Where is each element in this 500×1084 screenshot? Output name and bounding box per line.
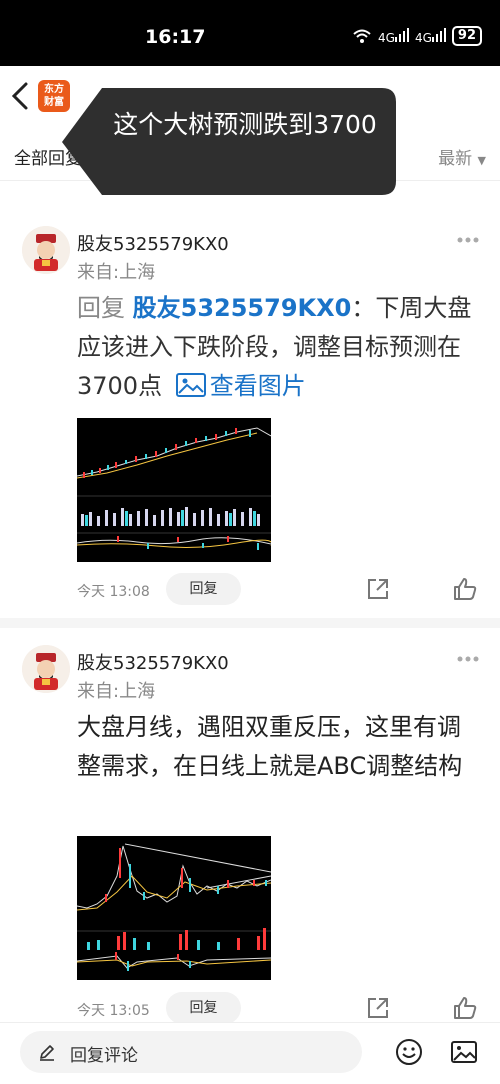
avatar[interactable] (22, 226, 70, 274)
pencil-icon (40, 1045, 54, 1061)
comment-text: 回复 股友5325579KX0：下周大盘应该进入下跌阶段，调整目标预测在3700… (77, 289, 477, 406)
share-icon[interactable] (366, 996, 390, 1020)
reply-button[interactable]: 回复 (166, 992, 241, 1024)
chart-thumbnail[interactable] (76, 836, 272, 980)
comment-time: 今天 13:05 (77, 1003, 150, 1019)
thumbs-up-icon[interactable] (452, 995, 478, 1021)
god-of-wealth-icon (22, 226, 70, 274)
chart-thumbnail[interactable] (76, 418, 273, 562)
dropdown-arrow-icon: ▼ (477, 154, 486, 167)
sort-latest-dropdown[interactable]: 最新 ▼ (438, 144, 486, 169)
tooltip-text: 这个大树预测跌到3700 (113, 110, 377, 139)
comment-time: 今天 13:08 (77, 584, 150, 600)
comment-item: 股友5325579KX0 来自:上海 大盘月线，遇阻双重反压，这里有调整需求，在… (0, 628, 500, 1024)
section-divider (0, 618, 500, 628)
wifi-icon (353, 29, 371, 43)
image-icon (175, 373, 206, 397)
location-label: 来自:上海 (77, 262, 156, 283)
comment-item: 股友5325579KX0 来自:上海 回复 股友5325579KX0：下周大盘应… (0, 180, 500, 620)
signal-1-icon: 4G (378, 27, 409, 45)
username[interactable]: 股友5325579KX0 (77, 649, 229, 675)
bottom-bar: 回复评论 (0, 1022, 500, 1084)
signal-2-icon: 4G (415, 27, 446, 45)
status-bar: 16:17 4G 4G 92 (0, 0, 500, 66)
battery-icon: 92 (451, 26, 482, 46)
reply-input-placeholder: 回复评论 (70, 1046, 138, 1066)
share-icon[interactable] (366, 577, 390, 601)
location-label: 来自:上海 (77, 681, 156, 702)
comment-text: 大盘月线，遇阻双重反压，这里有调整需求，在日线上就是ABC调整结构 (77, 713, 463, 780)
status-time: 16:17 (145, 26, 206, 48)
tooltip-popup: 这个大树预测跌到3700 (60, 88, 396, 195)
reply-button[interactable]: 回复 (166, 573, 241, 605)
reply-prefix: 回复 (77, 294, 125, 322)
insert-image-icon[interactable] (450, 1038, 478, 1066)
god-of-wealth-icon (22, 645, 70, 693)
status-icons: 4G 4G 92 (352, 26, 482, 46)
view-image-link[interactable]: 查看图片 (170, 372, 306, 400)
avatar[interactable] (22, 645, 70, 693)
mention-link[interactable]: 股友5325579KX0 (133, 294, 352, 322)
emoji-icon[interactable] (395, 1038, 423, 1066)
thumbs-up-icon[interactable] (452, 576, 478, 602)
reply-comment-input[interactable]: 回复评论 (20, 1031, 362, 1073)
more-options-icon[interactable] (456, 236, 480, 244)
more-options-icon[interactable] (456, 655, 480, 663)
username[interactable]: 股友5325579KX0 (77, 230, 229, 256)
